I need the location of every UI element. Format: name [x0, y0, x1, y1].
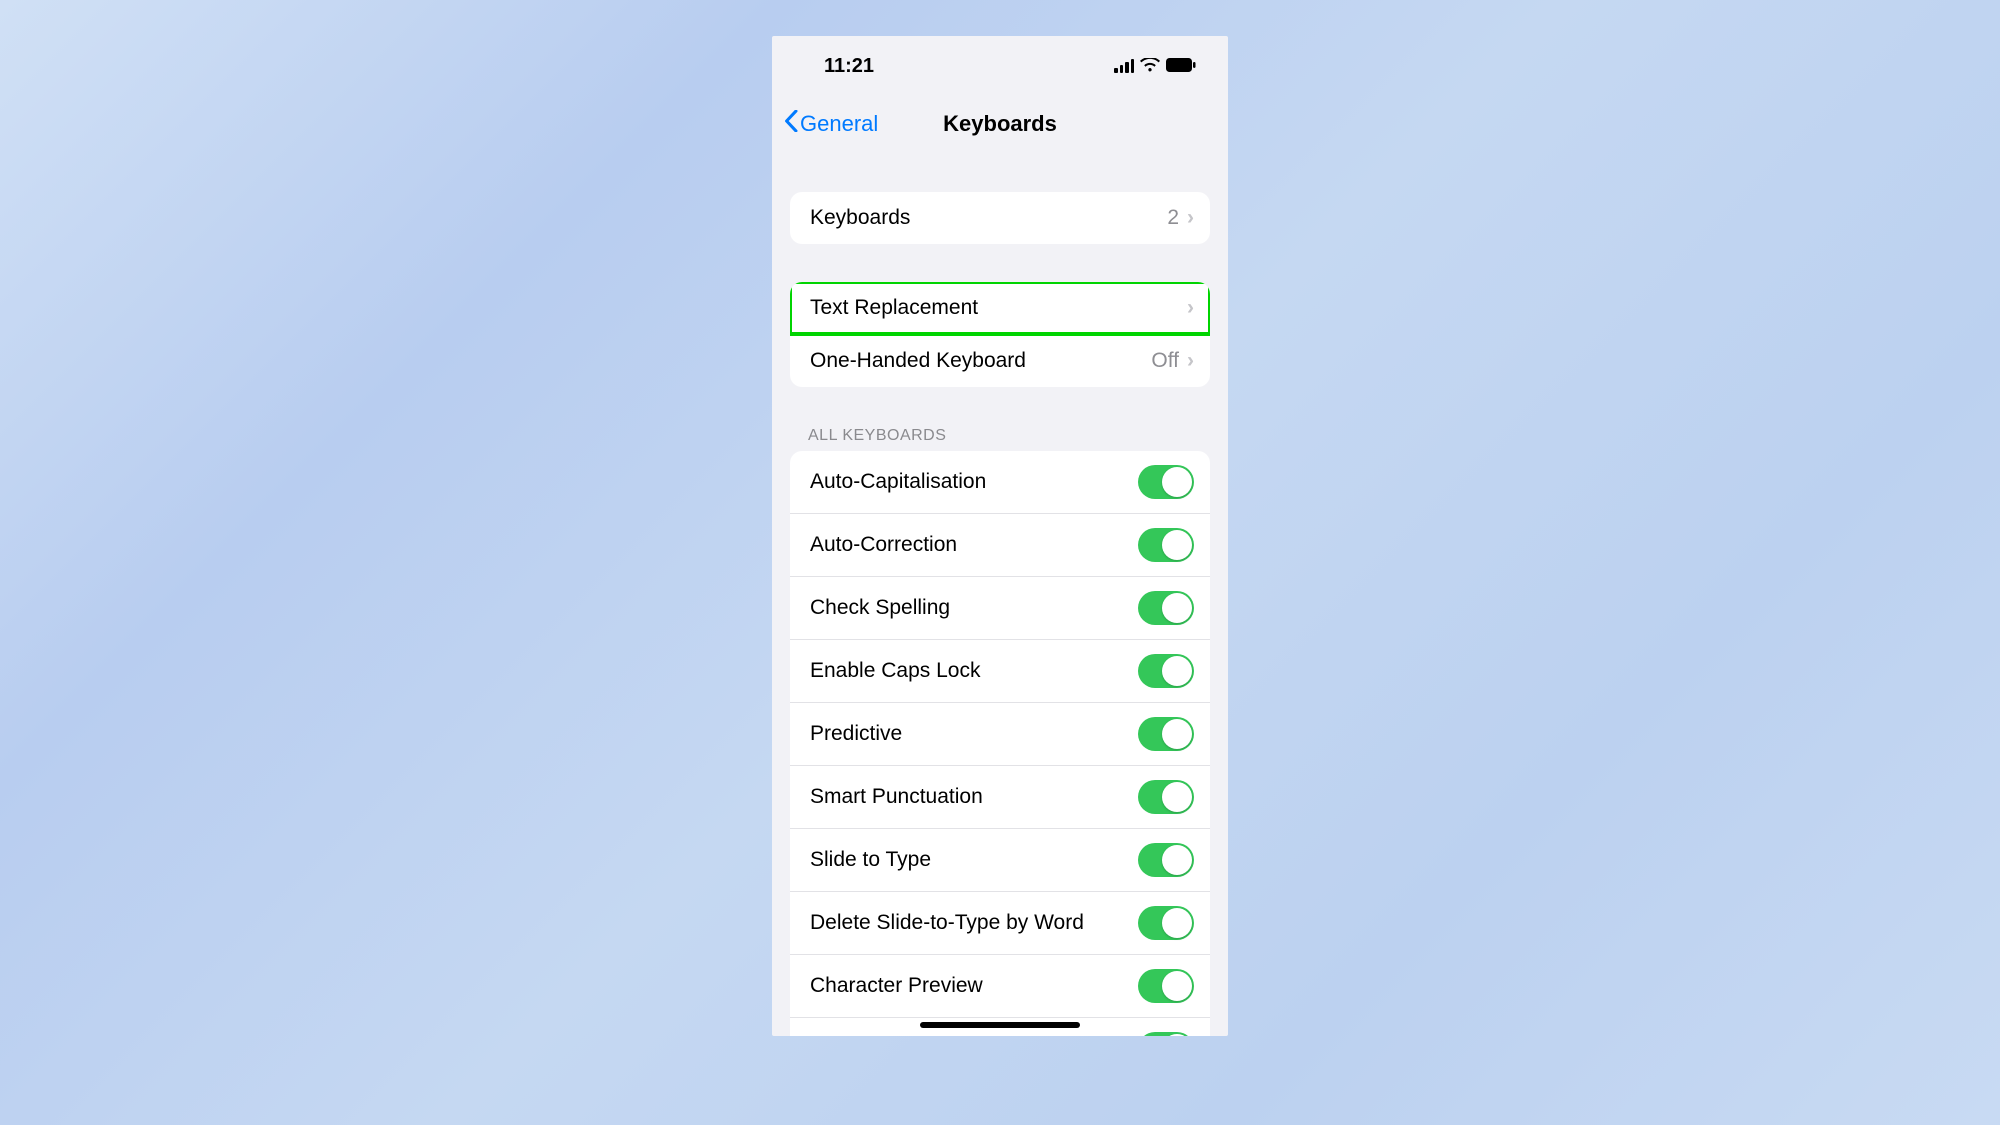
wifi-icon — [1140, 55, 1160, 78]
section-header-all-keyboards: ALL KEYBOARDS — [808, 427, 1192, 445]
nav-bar: General Keyboards — [772, 96, 1228, 152]
chevron-left-icon — [784, 110, 798, 138]
row-label: Enable Caps Lock — [810, 659, 980, 683]
row-smart-punctuation[interactable]: Smart Punctuation — [790, 765, 1210, 828]
phone-frame: 11:21 General Keyboards Keyboards 2 — [772, 36, 1228, 1036]
home-indicator[interactable] — [920, 1022, 1080, 1028]
toggle-switch[interactable] — [1138, 528, 1194, 562]
toggle-switch[interactable] — [1138, 780, 1194, 814]
row-delete-slide-to-type[interactable]: Delete Slide-to-Type by Word — [790, 891, 1210, 954]
row-label: Character Preview — [810, 974, 983, 998]
row-enable-caps-lock[interactable]: Enable Caps Lock — [790, 639, 1210, 702]
row-label: Auto-Correction — [810, 533, 957, 557]
section-keyboards-list: Keyboards 2 › — [790, 192, 1210, 244]
row-value-wrap: Off › — [1151, 349, 1194, 373]
row-slide-to-type[interactable]: Slide to Type — [790, 828, 1210, 891]
row-label: Slide to Type — [810, 848, 931, 872]
toggle-switch[interactable] — [1138, 1032, 1194, 1036]
row-label: Auto-Capitalisation — [810, 470, 986, 494]
row-keyboards[interactable]: Keyboards 2 › — [790, 192, 1210, 244]
row-check-spelling[interactable]: Check Spelling — [790, 576, 1210, 639]
row-label: Check Spelling — [810, 596, 950, 620]
section-all-keyboards: Auto-Capitalisation Auto-Correction Chec… — [790, 451, 1210, 1036]
toggle-switch[interactable] — [1138, 591, 1194, 625]
chevron-right-icon: › — [1187, 206, 1194, 230]
toggle-switch[interactable] — [1138, 969, 1194, 1003]
row-auto-correction[interactable]: Auto-Correction — [790, 513, 1210, 576]
cellular-icon — [1114, 59, 1134, 73]
row-value: Off — [1151, 349, 1179, 373]
row-character-preview[interactable]: Character Preview — [790, 954, 1210, 1017]
toggle-switch[interactable] — [1138, 906, 1194, 940]
row-label: Keyboards — [810, 206, 910, 230]
back-label: General — [800, 111, 878, 137]
row-text-replacement[interactable]: Text Replacement › — [790, 282, 1210, 334]
row-label: Smart Punctuation — [810, 785, 983, 809]
row-label: One-Handed Keyboard — [810, 349, 1026, 373]
status-time: 11:21 — [824, 55, 874, 78]
row-value-wrap: 2 › — [1167, 206, 1194, 230]
back-button[interactable]: General — [784, 110, 878, 138]
row-label: Predictive — [810, 722, 902, 746]
row-value: 2 — [1167, 206, 1179, 230]
row-value-wrap: › — [1187, 296, 1194, 320]
page-title: Keyboards — [943, 111, 1057, 137]
chevron-right-icon: › — [1187, 349, 1194, 373]
row-label: Delete Slide-to-Type by Word — [810, 911, 1084, 935]
toggle-switch[interactable] — [1138, 843, 1194, 877]
row-predictive[interactable]: Predictive — [790, 702, 1210, 765]
toggle-switch[interactable] — [1138, 465, 1194, 499]
chevron-right-icon: › — [1187, 296, 1194, 320]
row-one-handed-keyboard[interactable]: One-Handed Keyboard Off › — [790, 334, 1210, 387]
toggle-switch[interactable] — [1138, 654, 1194, 688]
row-label: Text Replacement — [810, 296, 978, 320]
status-bar: 11:21 — [772, 36, 1228, 96]
section-shortcuts: Text Replacement › One-Handed Keyboard O… — [790, 282, 1210, 387]
battery-icon — [1166, 55, 1196, 78]
status-right — [1114, 55, 1196, 78]
row-auto-capitalisation[interactable]: Auto-Capitalisation — [790, 451, 1210, 513]
toggle-switch[interactable] — [1138, 717, 1194, 751]
